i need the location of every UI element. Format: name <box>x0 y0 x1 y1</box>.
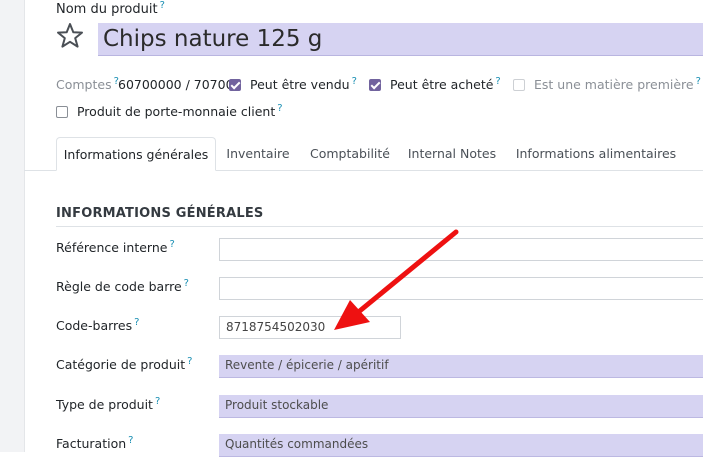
tab-food-info[interactable]: Informations alimentaires <box>513 137 679 171</box>
help-icon[interactable]: ? <box>696 76 701 87</box>
help-icon[interactable]: ? <box>155 396 160 407</box>
product-category-label: Catégorie de produit? <box>56 355 193 372</box>
barcode-rule-label: Règle de code barre? <box>56 277 189 294</box>
accounts-label: Comptes? <box>56 75 119 92</box>
product-name-input[interactable]: Chips nature 125 g <box>98 23 703 56</box>
can-be-sold-checkbox[interactable]: Peut être vendu? <box>229 76 357 92</box>
invoicing-label: Facturation? <box>56 434 134 451</box>
notebook-tabs: Informations générales Inventaire Compta… <box>56 137 703 171</box>
product-type-label: Type de produit? <box>56 395 161 412</box>
tab-accounting[interactable]: Comptabilité <box>304 137 396 171</box>
help-icon[interactable]: ? <box>277 103 282 114</box>
internal-ref-label: Référence interne? <box>56 238 175 255</box>
wallet-product-checkbox[interactable]: Produit de porte-monnaie client? <box>56 103 283 119</box>
help-icon[interactable]: ? <box>352 76 357 87</box>
internal-ref-input[interactable] <box>219 238 703 261</box>
help-icon[interactable]: ? <box>187 356 192 367</box>
section-divider <box>56 226 703 227</box>
help-icon[interactable]: ? <box>160 0 165 11</box>
checkbox-disabled-icon <box>513 79 525 91</box>
barcode-input[interactable]: 8718754502030 <box>219 316 401 339</box>
help-icon[interactable]: ? <box>128 435 133 446</box>
help-icon[interactable]: ? <box>169 239 174 250</box>
checkbox-checked-icon[interactable] <box>369 79 381 91</box>
barcode-label: Code-barres? <box>56 316 140 333</box>
tab-general-info[interactable]: Informations générales <box>56 137 216 171</box>
accounts-value: 60700000 / 70700 <box>118 77 234 92</box>
can-be-purchased-checkbox[interactable]: Peut être acheté? <box>369 76 501 92</box>
left-panel-edge <box>0 0 25 452</box>
invoicing-select[interactable]: Quantités commandées <box>219 434 703 457</box>
barcode-rule-input[interactable] <box>219 277 703 300</box>
checkbox-unchecked-icon[interactable] <box>56 106 68 118</box>
tab-internal-notes[interactable]: Internal Notes <box>406 137 498 171</box>
star-icon[interactable] <box>56 22 84 50</box>
product-category-input[interactable]: Revente / épicerie / apéritif <box>219 355 703 378</box>
raw-material-label: Est une matière première <box>533 77 694 92</box>
help-icon[interactable]: ? <box>495 76 500 87</box>
can-be-purchased-label: Peut être acheté <box>389 77 494 92</box>
raw-material-checkbox[interactable]: Est une matière première? <box>513 76 701 92</box>
tab-inventory[interactable]: Inventaire <box>219 137 297 171</box>
product-type-select[interactable]: Produit stockable <box>219 395 703 418</box>
help-icon[interactable]: ? <box>184 278 189 289</box>
wallet-product-label: Produit de porte-monnaie client <box>76 104 276 119</box>
product-name-label: Nom du produit? <box>56 0 165 17</box>
checkbox-checked-icon[interactable] <box>229 79 241 91</box>
help-icon[interactable]: ? <box>134 317 139 328</box>
can-be-sold-label: Peut être vendu <box>249 77 350 92</box>
section-title: INFORMATIONS GÉNÉRALES <box>56 206 264 221</box>
